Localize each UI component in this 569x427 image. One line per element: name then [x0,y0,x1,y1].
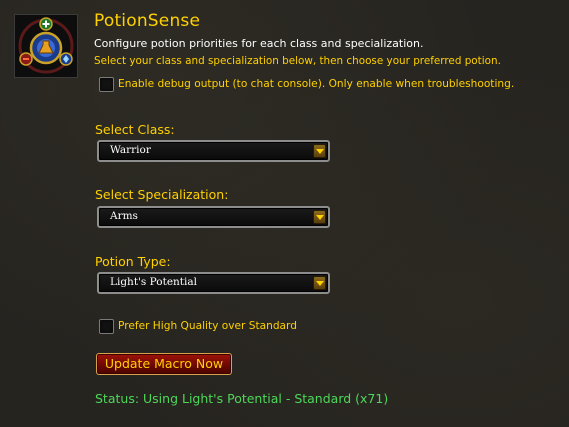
debug-checkbox-label: Enable debug output (to chat console). O… [118,78,515,90]
class-select-label: Select Class: [95,122,175,137]
debug-checkbox[interactable] [99,77,114,92]
spec-dropdown[interactable]: Arms [97,206,330,228]
potion-crest-icon [14,14,78,78]
chevron-down-icon[interactable] [313,276,326,290]
class-dropdown[interactable]: Warrior [97,140,330,162]
potion-type-dropdown[interactable]: Light's Potential [97,272,330,294]
chevron-down-icon[interactable] [313,144,326,158]
quality-checkbox-label: Prefer High Quality over Standard [118,320,297,332]
spec-dropdown-value: Arms [110,210,138,222]
spec-select-label: Select Specialization: [95,187,229,202]
update-macro-button[interactable]: Update Macro Now [96,353,232,375]
class-dropdown-value: Warrior [110,144,151,156]
addon-title: PotionSense [94,11,201,31]
potion-type-label: Potion Type: [95,254,171,269]
instructions-text: Select your class and specialization bel… [94,55,501,67]
addon-subtitle: Configure potion priorities for each cla… [94,37,424,50]
status-text: Status: Using Light's Potential - Standa… [95,391,389,406]
chevron-down-icon[interactable] [313,210,326,224]
potion-type-value: Light's Potential [110,276,197,288]
quality-checkbox[interactable] [99,319,114,334]
